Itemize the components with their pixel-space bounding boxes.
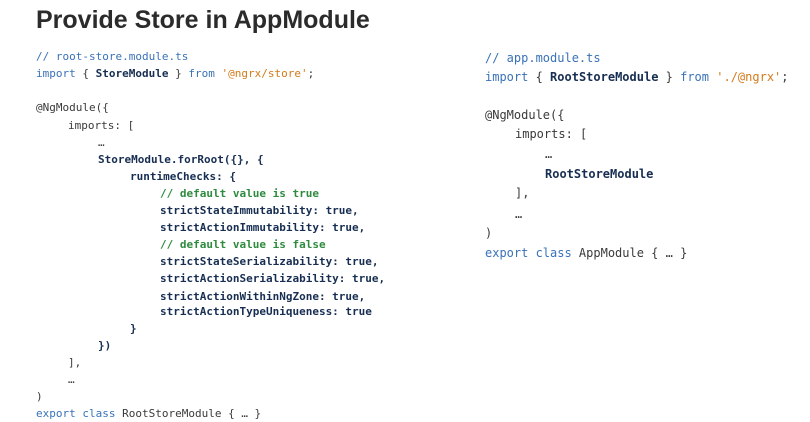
action-immutability-line: strictActionImmutability: true, [160, 221, 366, 234]
slide-title: Provide Store in AppModule [36, 6, 370, 34]
imports-line: imports: [ [68, 119, 135, 132]
ellipsis-line: … [68, 373, 75, 386]
root-store-module-import: RootStoreModule [545, 167, 654, 181]
forroot-line: StoreModule.forRoot({}, { [98, 153, 264, 166]
imports-close: ], [515, 186, 530, 200]
ellipsis-line: … [98, 136, 105, 149]
action-type-uniqueness-line: strictActionTypeUniqueness: true [160, 305, 372, 318]
export-line: export class RootStoreModule { … } [36, 407, 262, 420]
file-comment-line: // app.module.ts [485, 51, 601, 65]
ellipsis-line: … [545, 147, 553, 161]
decorator-close: ) [36, 390, 43, 403]
forroot-close: }) [98, 339, 112, 352]
state-immutability-line: strictStateImmutability: true, [160, 204, 359, 217]
ngmodule-line: @NgModule({ [485, 108, 565, 122]
export-line: export class AppModule { … } [485, 246, 688, 260]
ellipsis-line: … [515, 207, 523, 221]
decorator-close: ) [485, 226, 493, 240]
imports-line: imports: [ [515, 127, 588, 141]
state-serializability-line: strictStateSerializability: true, [160, 255, 379, 268]
file-comment-line: // root-store.module.ts [36, 50, 189, 63]
import-line: import { RootStoreModule } from './@ngrx… [485, 70, 789, 84]
default-false-comment: // default value is false [160, 238, 326, 251]
action-within-ngzone-line: strictActionWithinNgZone: true, [160, 290, 366, 303]
runtime-checks-line: runtimeChecks: { [130, 170, 236, 183]
ngmodule-line: @NgModule({ [36, 101, 109, 114]
default-true-comment: // default value is true [160, 187, 319, 200]
runtime-close-brace: } [130, 322, 137, 335]
action-serializability-line: strictActionSerializability: true, [160, 272, 386, 285]
imports-close: ], [68, 356, 82, 369]
import-line: import { StoreModule } from '@ngrx/store… [36, 67, 315, 80]
